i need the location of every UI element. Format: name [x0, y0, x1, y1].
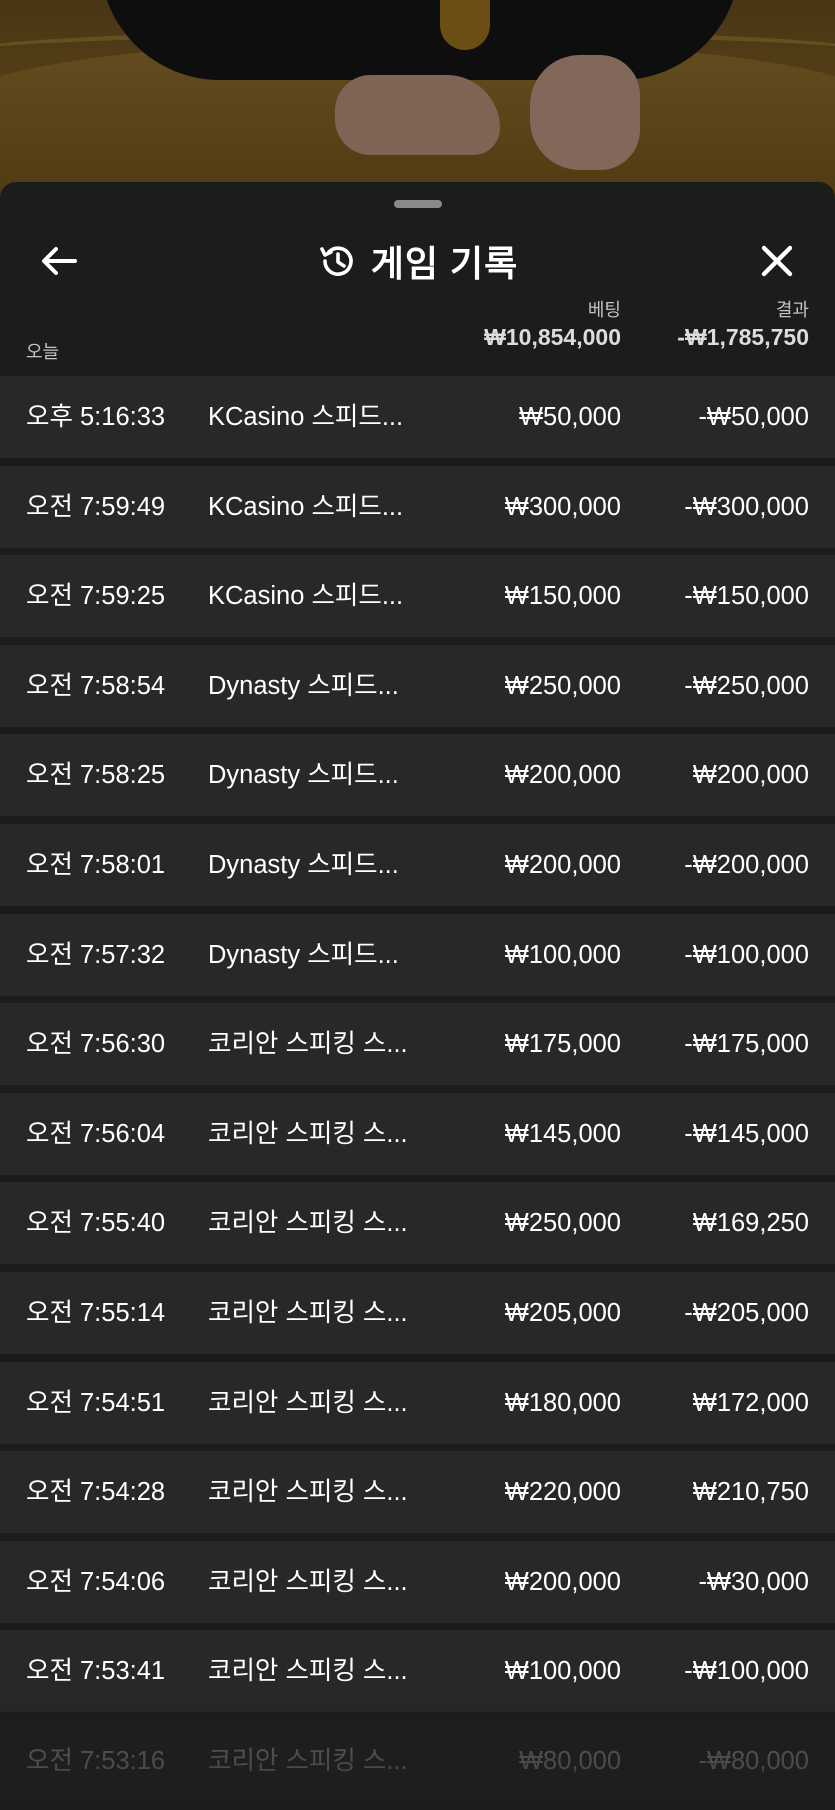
row-game: 코리안 스피킹 스... — [208, 1388, 408, 1417]
row-time: 오전 7:54:06 — [26, 1567, 166, 1596]
history-row[interactable]: 오전 7:54:51 코리안 스피킹 스... ₩180,000 ₩172,00… — [0, 1361, 835, 1444]
row-result: -₩100,000 — [684, 1657, 809, 1686]
row-bet: ₩220,000 — [504, 1478, 621, 1507]
row-time: 오전 7:53:16 — [26, 1746, 166, 1775]
row-result: ₩210,750 — [692, 1478, 809, 1507]
row-result: -₩30,000 — [698, 1567, 809, 1596]
result-column-label: 결과 — [775, 300, 809, 320]
sheet-header: 게임 기록 — [0, 222, 835, 298]
row-bet: ₩200,000 — [504, 1567, 621, 1596]
row-result: -₩80,000 — [698, 1746, 809, 1775]
history-row[interactable]: 오전 7:53:41 코리안 스피킹 스... ₩100,000 -₩100,0… — [0, 1630, 835, 1713]
history-row[interactable]: 오전 7:59:25 KCasino 스피드... ₩150,000 -₩150… — [0, 555, 835, 638]
sheet-title: 게임 기록 — [0, 236, 835, 286]
row-time: 오후 5:16:33 — [26, 403, 166, 431]
row-game: Dynasty 스피드... — [208, 671, 399, 700]
row-result: -₩50,000 — [698, 403, 809, 431]
row-bet: ₩80,000 — [518, 1746, 621, 1775]
row-bet: ₩250,000 — [504, 1209, 621, 1238]
history-row[interactable]: 오전 7:58:54 Dynasty 스피드... ₩250,000 -₩250… — [0, 644, 835, 727]
row-game: Dynasty 스피드... — [208, 761, 399, 790]
date-group-label: 오늘 — [26, 342, 60, 362]
row-bet: ₩145,000 — [504, 1119, 621, 1148]
row-bet: ₩150,000 — [504, 582, 621, 611]
history-clock-icon — [319, 246, 353, 276]
row-time: 오전 7:55:40 — [26, 1209, 166, 1238]
history-row[interactable]: 오전 7:56:30 코리안 스피킹 스... ₩175,000 -₩175,0… — [0, 1003, 835, 1086]
row-result: -₩150,000 — [684, 582, 809, 611]
row-game: KCasino 스피드... — [208, 403, 404, 431]
row-result: -₩205,000 — [684, 1298, 809, 1327]
row-time: 오전 7:59:25 — [26, 582, 166, 611]
row-game: 코리안 스피킹 스... — [208, 1298, 408, 1327]
close-icon — [761, 245, 793, 277]
history-row[interactable]: 오전 7:55:14 코리안 스피킹 스... ₩205,000 -₩205,0… — [0, 1271, 835, 1354]
row-game: KCasino 스피드... — [208, 582, 404, 611]
history-row[interactable]: 오전 7:58:25 Dynasty 스피드... ₩200,000 ₩200,… — [0, 734, 835, 817]
history-row[interactable]: 오전 7:58:01 Dynasty 스피드... ₩200,000 -₩200… — [0, 823, 835, 906]
history-row[interactable]: 오전 7:57:32 Dynasty 스피드... ₩100,000 -₩100… — [0, 913, 835, 996]
bet-column-label: 베팅 — [587, 300, 621, 320]
close-button[interactable] — [749, 234, 805, 288]
row-time: 오전 7:58:01 — [26, 850, 166, 879]
row-bet: ₩200,000 — [504, 761, 621, 790]
dealer-video-background — [0, 0, 835, 200]
history-row[interactable]: 오후 5:16:33 KCasino 스피드... ₩50,000 -₩50,0… — [0, 376, 835, 458]
history-row[interactable]: 오전 7:54:06 코리안 스피킹 스... ₩200,000 -₩30,00… — [0, 1540, 835, 1623]
row-game: 코리안 스피킹 스... — [208, 1209, 408, 1238]
row-result: -₩200,000 — [684, 850, 809, 879]
history-row[interactable]: 오전 7:59:49 KCasino 스피드... ₩300,000 -₩300… — [0, 465, 835, 548]
row-time: 오전 7:58:54 — [26, 671, 166, 700]
row-bet: ₩100,000 — [504, 940, 621, 969]
sheet-drag-handle[interactable] — [394, 200, 442, 208]
row-time: 오전 7:59:49 — [26, 492, 166, 521]
row-game: 코리안 스피킹 스... — [208, 1478, 408, 1507]
game-history-sheet: 게임 기록 베팅 결과 오늘 ₩10,854,000 -₩1,785,750 오… — [0, 182, 835, 1810]
scene-dim-overlay — [0, 0, 835, 200]
history-list: 오후 5:16:33 KCasino 스피드... ₩50,000 -₩50,0… — [0, 376, 835, 1810]
row-game: 코리안 스피킹 스... — [208, 1119, 408, 1148]
row-bet: ₩250,000 — [504, 671, 621, 700]
row-bet: ₩50,000 — [518, 403, 621, 431]
row-result: -₩145,000 — [684, 1119, 809, 1148]
row-bet: ₩180,000 — [504, 1388, 621, 1417]
row-time: 오전 7:56:04 — [26, 1119, 166, 1148]
row-game: 코리안 스피킹 스... — [208, 1657, 408, 1686]
bet-total: ₩10,854,000 — [484, 324, 621, 350]
page-title: 게임 기록 — [370, 243, 519, 284]
result-total: -₩1,785,750 — [677, 324, 809, 350]
row-game: Dynasty 스피드... — [208, 940, 399, 969]
row-bet: ₩100,000 — [504, 1657, 621, 1686]
row-bet: ₩200,000 — [504, 850, 621, 879]
row-result: -₩100,000 — [684, 940, 809, 969]
column-headers: 베팅 결과 오늘 ₩10,854,000 -₩1,785,750 — [0, 290, 835, 370]
row-bet: ₩205,000 — [504, 1298, 621, 1327]
row-bet: ₩175,000 — [504, 1030, 621, 1059]
row-bet: ₩300,000 — [504, 492, 621, 521]
row-game: Dynasty 스피드... — [208, 850, 399, 879]
row-game: 코리안 스피킹 스... — [208, 1567, 408, 1596]
row-time: 오전 7:58:25 — [26, 761, 166, 790]
history-row[interactable]: 오전 7:53:16 코리안 스피킹 스... ₩80,000 -₩80,000 — [0, 1719, 835, 1802]
row-result: ₩200,000 — [692, 761, 809, 790]
row-result: ₩169,250 — [692, 1209, 809, 1238]
row-time: 오전 7:54:28 — [26, 1478, 166, 1507]
row-game: KCasino 스피드... — [208, 492, 404, 521]
row-game: 코리안 스피킹 스... — [208, 1030, 408, 1059]
row-result: ₩172,000 — [692, 1388, 809, 1417]
row-result: -₩175,000 — [684, 1030, 809, 1059]
row-game: 코리안 스피킹 스... — [208, 1746, 408, 1775]
row-result: -₩300,000 — [684, 492, 809, 521]
row-time: 오전 7:54:51 — [26, 1388, 166, 1417]
history-row[interactable]: 오전 7:54:28 코리안 스피킹 스... ₩220,000 ₩210,75… — [0, 1451, 835, 1534]
row-time: 오전 7:55:14 — [26, 1298, 166, 1327]
row-time: 오전 7:57:32 — [26, 940, 166, 969]
row-time: 오전 7:56:30 — [26, 1030, 166, 1059]
history-row[interactable]: 오전 7:55:40 코리안 스피킹 스... ₩250,000 ₩169,25… — [0, 1182, 835, 1265]
history-row[interactable]: 오전 7:56:04 코리안 스피킹 스... ₩145,000 -₩145,0… — [0, 1092, 835, 1175]
row-result: -₩250,000 — [684, 671, 809, 700]
row-time: 오전 7:53:41 — [26, 1657, 166, 1686]
